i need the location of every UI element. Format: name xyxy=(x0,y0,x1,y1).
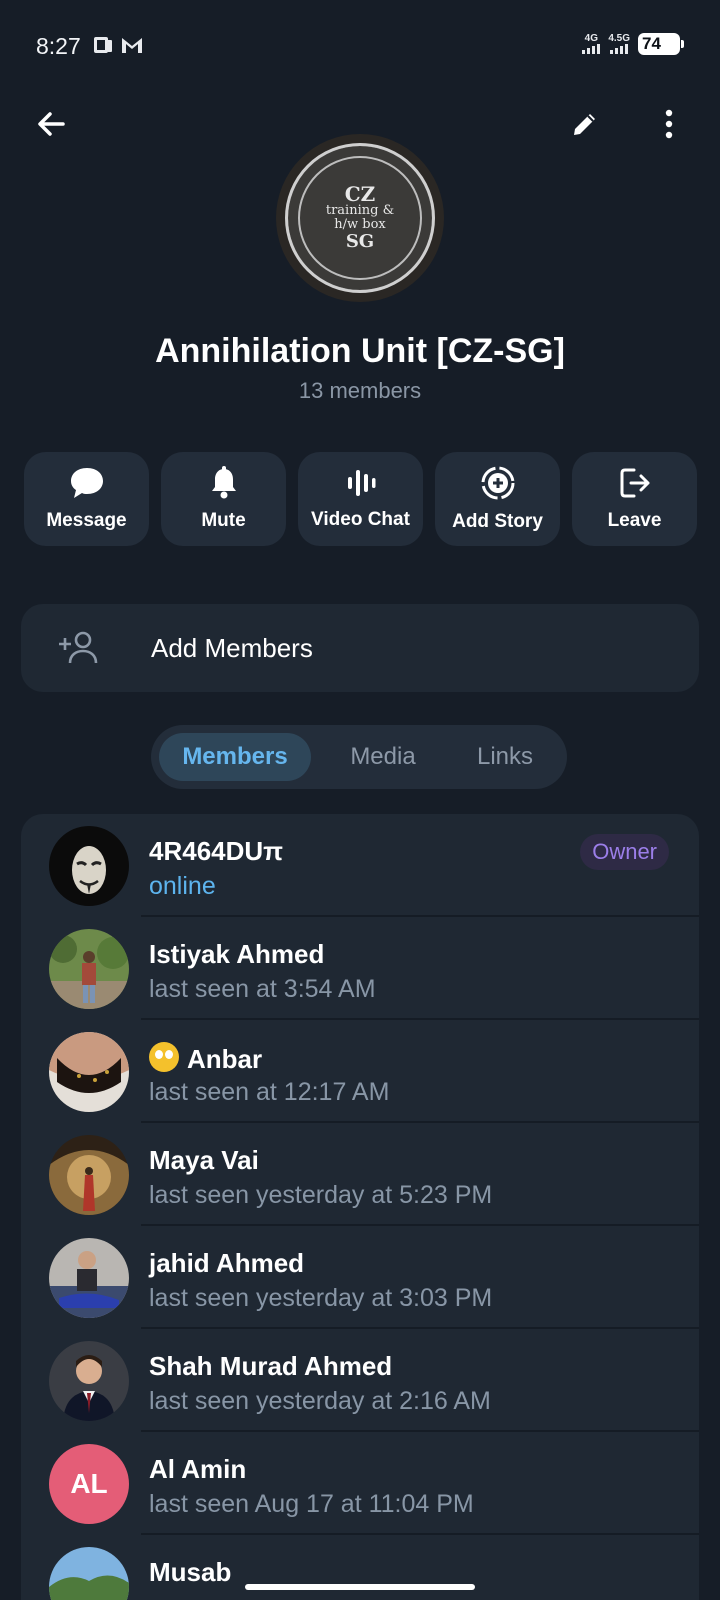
member-row[interactable]: Shah Murad Ahmed last seen yesterday at … xyxy=(21,1329,699,1432)
message-button[interactable]: Message xyxy=(24,452,149,546)
member-status: last seen Aug 17 at 11:04 PM xyxy=(149,1490,474,1518)
member-status: last seen yesterday at 2:16 AM xyxy=(149,1387,491,1415)
member-row[interactable]: Istiyak Ahmed last seen at 3:54 AM xyxy=(21,917,699,1020)
status-bar: 8:27 4G 4.5G 74 xyxy=(0,0,720,92)
add-user-icon xyxy=(59,631,98,664)
owner-badge: Owner xyxy=(580,834,669,870)
battery-icon: 74 xyxy=(638,33,684,55)
tab-media[interactable]: Media xyxy=(311,733,455,781)
member-row[interactable]: Maya Vai last seen yesterday at 5:23 PM xyxy=(21,1123,699,1226)
back-button[interactable] xyxy=(27,100,75,148)
member-status: last seen yesterday at 3:03 PM xyxy=(149,1284,493,1312)
avatar xyxy=(49,1032,129,1112)
member-name: Maya Vai xyxy=(149,1145,259,1175)
signal-4g-icon: 4G xyxy=(582,34,601,54)
member-status: online xyxy=(149,872,216,900)
avatar xyxy=(49,826,129,906)
member-name: Al Amin xyxy=(149,1454,247,1484)
avatar: AL xyxy=(49,1444,129,1524)
pencil-icon xyxy=(574,114,595,135)
edit-button[interactable] xyxy=(561,100,609,148)
status-time: 8:27 xyxy=(36,33,81,59)
add-story-icon xyxy=(481,466,514,500)
avatar xyxy=(49,1547,129,1600)
mute-button[interactable]: Mute xyxy=(161,452,286,546)
leave-icon xyxy=(620,468,649,498)
member-row[interactable]: Anbar last seen at 12:17 AM xyxy=(21,1020,699,1123)
avatar xyxy=(49,929,129,1009)
message-icon xyxy=(70,468,103,498)
avatar-initials: AL xyxy=(49,1444,129,1524)
member-name: Musab xyxy=(149,1557,232,1587)
add-story-button[interactable]: Add Story xyxy=(435,452,560,546)
member-name: Shah Murad Ahmed xyxy=(149,1351,393,1381)
member-row[interactable]: 4R464DUπ online Owner xyxy=(21,814,699,917)
more-options-button[interactable] xyxy=(645,100,693,148)
member-status: last seen yesterday at 5:23 PM xyxy=(149,1181,493,1209)
group-title: Annihilation Unit [CZ-SG] xyxy=(155,332,565,370)
group-member-count: 13 members xyxy=(298,378,422,403)
member-row[interactable]: jahid Ahmed last seen yesterday at 3:03 … xyxy=(21,1226,699,1329)
member-row[interactable]: Musab xyxy=(21,1535,699,1600)
rolling-eyes-emoji-icon xyxy=(149,1042,179,1072)
more-vertical-icon xyxy=(665,109,673,139)
member-name: Istiyak Ahmed xyxy=(149,939,325,969)
avatar xyxy=(49,1341,129,1421)
action-buttons: Message Mute Video Chat Add Story Leave xyxy=(24,452,697,546)
members-list: 4R464DUπ online Owner Istiyak Ahmed last… xyxy=(21,814,699,1600)
member-status: last seen at 3:54 AM xyxy=(149,975,376,1003)
avatar xyxy=(49,1135,129,1215)
group-avatar-emblem: CZ training & h/w box SG xyxy=(285,143,435,293)
tab-members[interactable]: Members xyxy=(159,733,311,781)
bell-icon xyxy=(211,466,236,499)
add-members-label: Add Members xyxy=(151,632,313,663)
group-avatar[interactable]: CZ training & h/w box SG xyxy=(276,134,444,302)
home-indicator[interactable] xyxy=(245,1584,475,1590)
member-status: last seen at 12:17 AM xyxy=(149,1078,390,1106)
member-name: jahid Ahmed xyxy=(149,1248,305,1278)
member-name: 4R464DUπ xyxy=(149,836,284,866)
signal-45g-icon: 4.5G xyxy=(608,34,630,54)
status-notification-icons xyxy=(92,34,144,56)
gmail-icon xyxy=(122,38,142,53)
video-chat-button[interactable]: Video Chat xyxy=(298,452,423,546)
avatar xyxy=(49,1238,129,1318)
voice-chat-icon xyxy=(347,470,375,496)
leave-button[interactable]: Leave xyxy=(572,452,697,546)
status-indicators: 4G 4.5G 74 xyxy=(582,33,684,55)
member-name: Anbar xyxy=(149,1042,262,1075)
add-members-button[interactable]: Add Members xyxy=(21,604,699,692)
member-row[interactable]: AL Al Amin last seen Aug 17 at 11:04 PM xyxy=(21,1432,699,1535)
profile-tabs: Members Media Links xyxy=(151,725,567,789)
tab-links[interactable]: Links xyxy=(455,733,555,781)
arrow-left-icon xyxy=(38,112,65,136)
notification-app-icon xyxy=(94,37,112,53)
